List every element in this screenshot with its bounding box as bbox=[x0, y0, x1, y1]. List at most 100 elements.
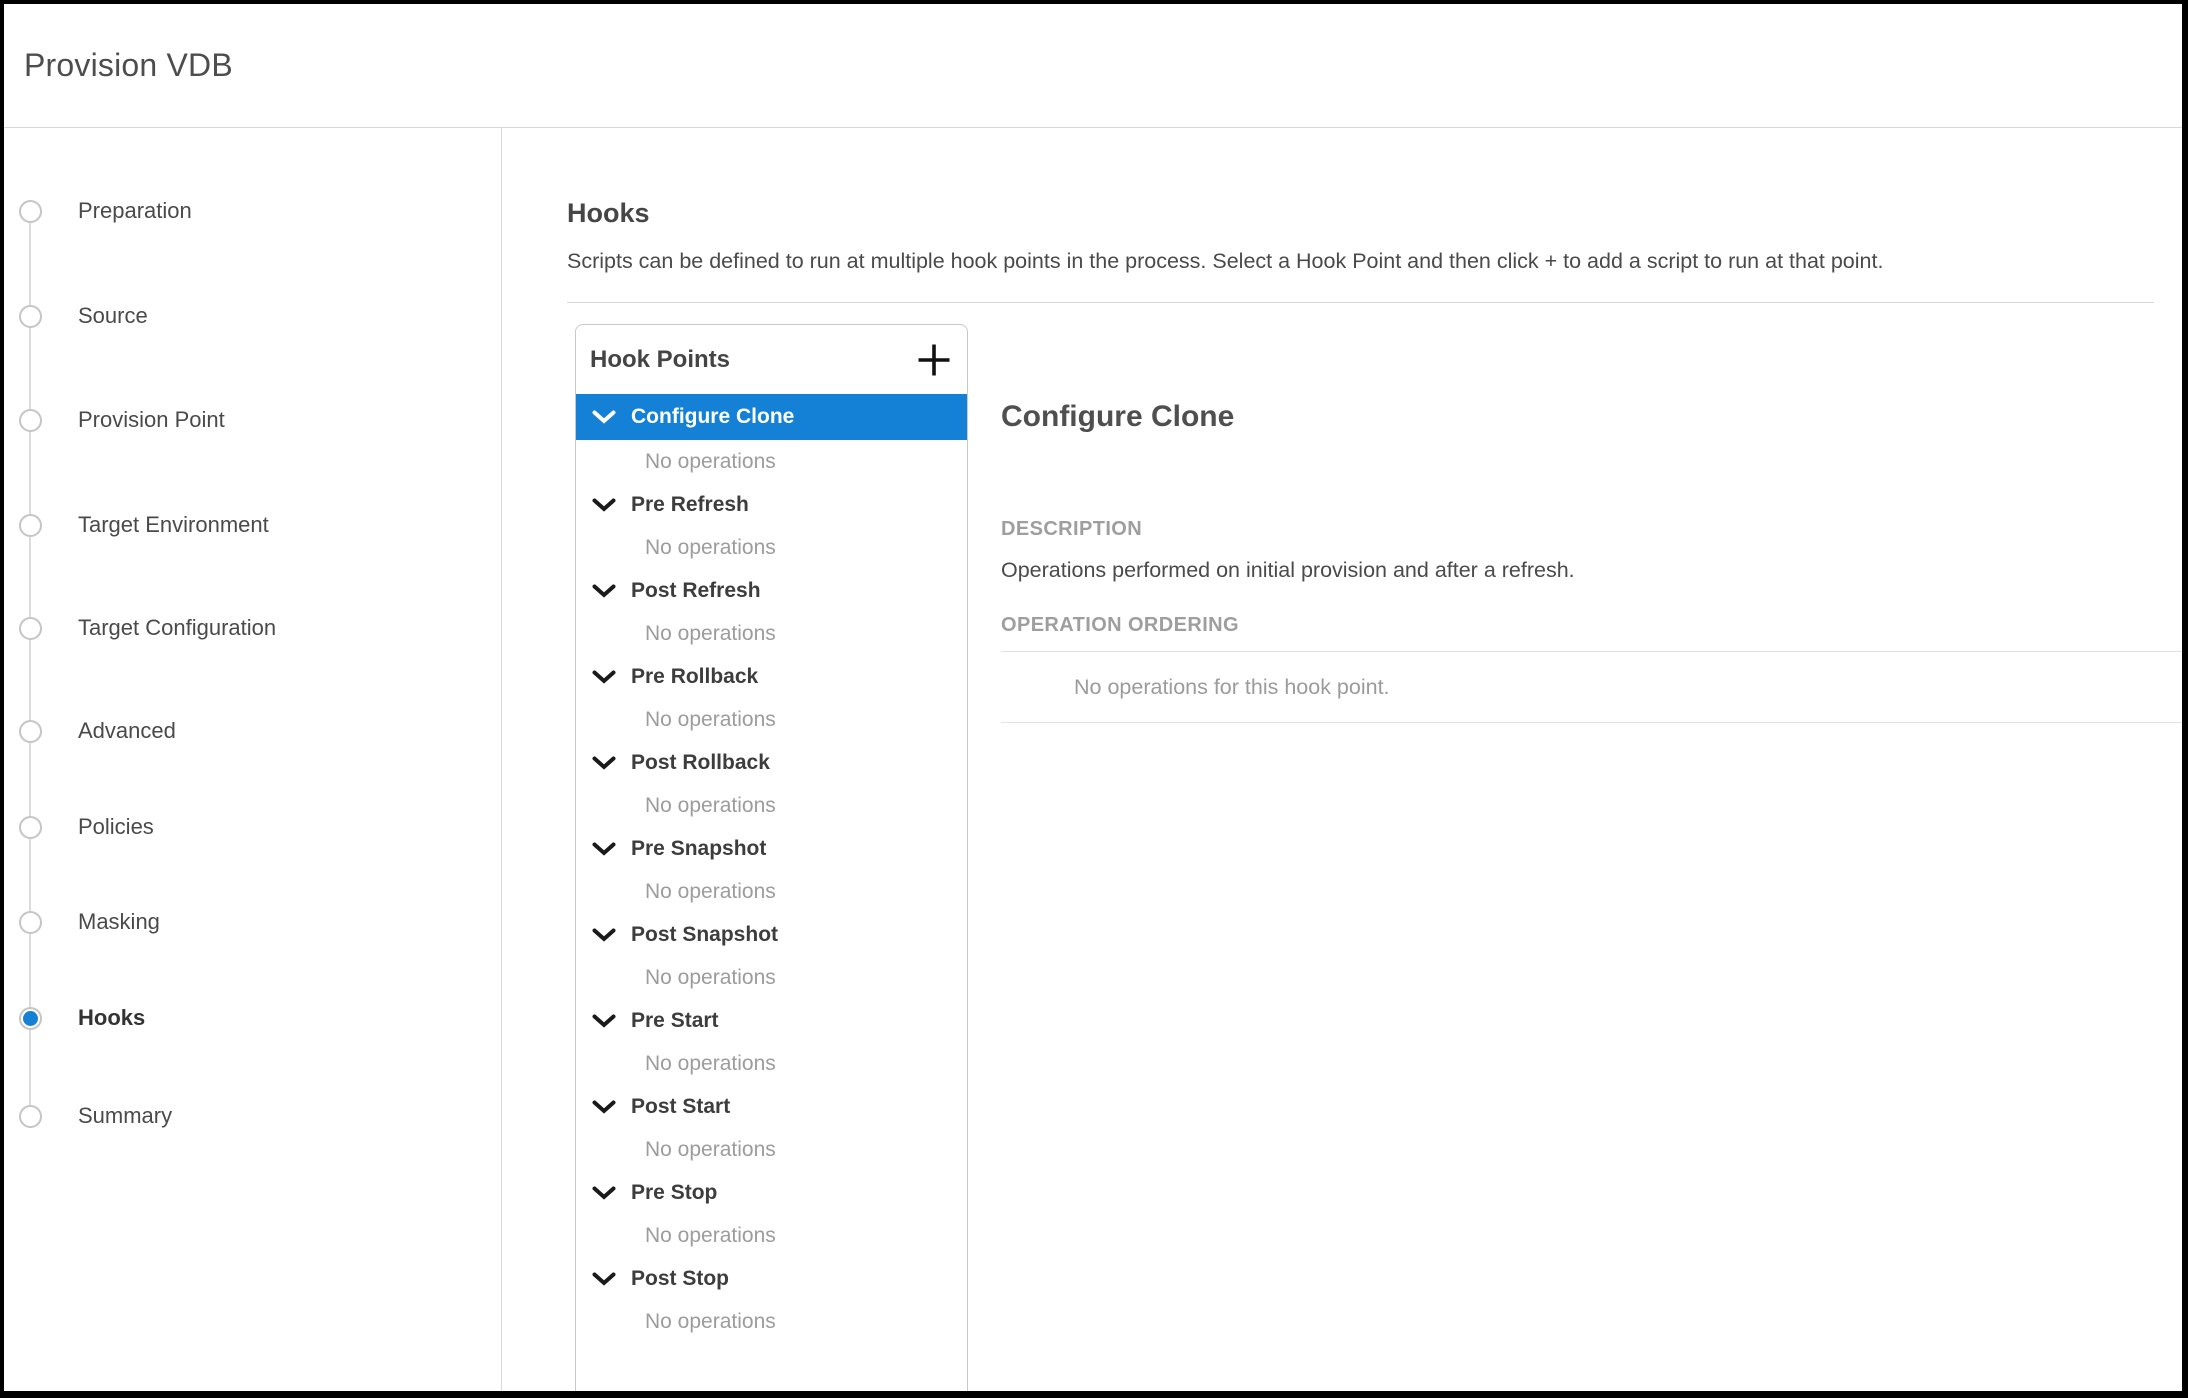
hook-points-header: Hook Points bbox=[576, 325, 967, 394]
step-radio-icon bbox=[19, 720, 42, 743]
hook-point-post-snapshot[interactable]: Post Snapshot bbox=[576, 913, 967, 956]
step-radio-icon bbox=[19, 200, 42, 223]
step-label: Source bbox=[78, 303, 148, 329]
step-radio-icon bbox=[19, 617, 42, 640]
hook-point-label: Pre Start bbox=[631, 1009, 719, 1033]
empty-operations-message: No operations for this hook point. bbox=[1074, 675, 1390, 700]
sidebar-step-preparation[interactable]: Preparation bbox=[4, 197, 501, 225]
step-label: Preparation bbox=[78, 198, 192, 224]
description-label: DESCRIPTION bbox=[1001, 518, 2182, 541]
step-label: Provision Point bbox=[78, 407, 225, 433]
step-radio-icon bbox=[19, 816, 42, 839]
hook-point-detail: Configure Clone DESCRIPTION Operations p… bbox=[968, 324, 2182, 1391]
sidebar-step-hooks[interactable]: Hooks bbox=[4, 1004, 501, 1032]
wizard-sidebar: Preparation Source Provision Point Target E… bbox=[4, 128, 502, 1391]
chevron-down-icon bbox=[592, 670, 616, 684]
step-radio-icon bbox=[19, 1105, 42, 1128]
hook-point-post-start[interactable]: Post Start bbox=[576, 1085, 967, 1128]
hooks-section-header: Hooks Scripts can be defined to run at m… bbox=[567, 128, 2154, 303]
stepper: Preparation Source Provision Point Target E… bbox=[4, 128, 501, 1391]
chevron-down-icon bbox=[592, 756, 616, 770]
chevron-down-icon bbox=[592, 584, 616, 598]
provision-vdb-dialog: Provision VDB Preparation Source Provision… bbox=[0, 0, 2188, 1398]
operation-ordering-label: OPERATION ORDERING bbox=[1001, 614, 2182, 637]
hook-point-label: Post Rollback bbox=[631, 751, 770, 775]
sidebar-step-provision-point[interactable]: Provision Point bbox=[4, 406, 501, 434]
no-operations-label: No operations bbox=[576, 1300, 967, 1343]
hook-point-pre-stop[interactable]: Pre Stop bbox=[576, 1171, 967, 1214]
sidebar-step-masking[interactable]: Masking bbox=[4, 908, 501, 936]
step-label: Summary bbox=[78, 1103, 172, 1129]
detail-description: Operations performed on initial provisio… bbox=[1001, 558, 2182, 583]
chevron-down-icon bbox=[592, 1186, 616, 1200]
no-operations-label: No operations bbox=[576, 1042, 967, 1085]
hook-point-pre-rollback[interactable]: Pre Rollback bbox=[576, 655, 967, 698]
hook-points-panel: Hook Points Configure Clone No operations… bbox=[575, 324, 968, 1391]
active-step-dot bbox=[23, 1011, 38, 1026]
chevron-down-icon bbox=[592, 1014, 616, 1028]
sidebar-step-advanced[interactable]: Advanced bbox=[4, 717, 501, 745]
chevron-down-icon bbox=[592, 410, 616, 424]
active-step-radio-icon bbox=[19, 1007, 42, 1030]
no-operations-label: No operations bbox=[576, 440, 967, 483]
sidebar-step-policies[interactable]: Policies bbox=[4, 813, 501, 841]
section-description: Scripts can be defined to run at multipl… bbox=[567, 249, 2154, 274]
dialog-title: Provision VDB bbox=[24, 47, 233, 84]
chevron-down-icon bbox=[592, 498, 616, 512]
chevron-down-icon bbox=[592, 842, 616, 856]
sidebar-step-source[interactable]: Source bbox=[4, 302, 501, 330]
hook-point-pre-refresh[interactable]: Pre Refresh bbox=[576, 483, 967, 526]
step-label: Policies bbox=[78, 814, 154, 840]
hooks-content: Hook Points Configure Clone No operations… bbox=[575, 324, 2182, 1391]
hook-point-label: Configure Clone bbox=[631, 405, 794, 429]
step-radio-icon bbox=[19, 514, 42, 537]
step-radio-icon bbox=[19, 911, 42, 934]
step-label: Advanced bbox=[78, 718, 176, 744]
hook-point-label: Pre Rollback bbox=[631, 665, 758, 689]
dialog-header: Provision VDB bbox=[4, 4, 2182, 127]
hook-point-pre-snapshot[interactable]: Pre Snapshot bbox=[576, 827, 967, 870]
no-operations-label: No operations bbox=[576, 1214, 967, 1257]
detail-title: Configure Clone bbox=[1001, 400, 2182, 434]
chevron-down-icon bbox=[592, 928, 616, 942]
hook-point-label: Pre Snapshot bbox=[631, 837, 766, 861]
no-operations-label: No operations bbox=[576, 526, 967, 569]
add-hook-script-button[interactable] bbox=[917, 343, 951, 377]
no-operations-label: No operations bbox=[576, 698, 967, 741]
no-operations-label: No operations bbox=[576, 956, 967, 999]
step-label: Masking bbox=[78, 909, 160, 935]
no-operations-label: No operations bbox=[576, 870, 967, 913]
hook-point-post-stop[interactable]: Post Stop bbox=[576, 1257, 967, 1300]
stepper-connector bbox=[29, 211, 31, 1116]
step-label: Target Environment bbox=[78, 512, 269, 538]
hook-point-configure-clone[interactable]: Configure Clone bbox=[576, 394, 967, 440]
hook-point-post-rollback[interactable]: Post Rollback bbox=[576, 741, 967, 784]
hook-points-title: Hook Points bbox=[590, 346, 917, 374]
hook-point-label: Pre Refresh bbox=[631, 493, 749, 517]
hook-point-label: Post Snapshot bbox=[631, 923, 778, 947]
step-radio-icon bbox=[19, 305, 42, 328]
sidebar-step-target-environment[interactable]: Target Environment bbox=[4, 511, 501, 539]
step-radio-icon bbox=[19, 409, 42, 432]
empty-operations-row: No operations for this hook point. bbox=[1001, 652, 2182, 723]
hook-points-list: Configure Clone No operations Pre Refresh N… bbox=[576, 394, 967, 1343]
plus-icon bbox=[917, 343, 951, 377]
hook-point-label: Pre Stop bbox=[631, 1181, 717, 1205]
no-operations-label: No operations bbox=[576, 1128, 967, 1171]
no-operations-label: No operations bbox=[576, 612, 967, 655]
step-label: Target Configuration bbox=[78, 615, 276, 641]
hook-point-label: Post Refresh bbox=[631, 579, 761, 603]
sidebar-step-target-configuration[interactable]: Target Configuration bbox=[4, 614, 501, 642]
step-label: Hooks bbox=[78, 1005, 145, 1031]
no-operations-label: No operations bbox=[576, 784, 967, 827]
dialog-body: Preparation Source Provision Point Target E… bbox=[4, 128, 2182, 1391]
hook-point-label: Post Stop bbox=[631, 1267, 729, 1291]
hook-point-pre-start[interactable]: Pre Start bbox=[576, 999, 967, 1042]
sidebar-step-summary[interactable]: Summary bbox=[4, 1102, 501, 1130]
section-divider bbox=[567, 302, 2154, 303]
chevron-down-icon bbox=[592, 1100, 616, 1114]
hook-point-post-refresh[interactable]: Post Refresh bbox=[576, 569, 967, 612]
hook-point-label: Post Start bbox=[631, 1095, 730, 1119]
main-panel: Hooks Scripts can be defined to run at m… bbox=[502, 128, 2182, 1391]
section-title: Hooks bbox=[567, 198, 2154, 229]
